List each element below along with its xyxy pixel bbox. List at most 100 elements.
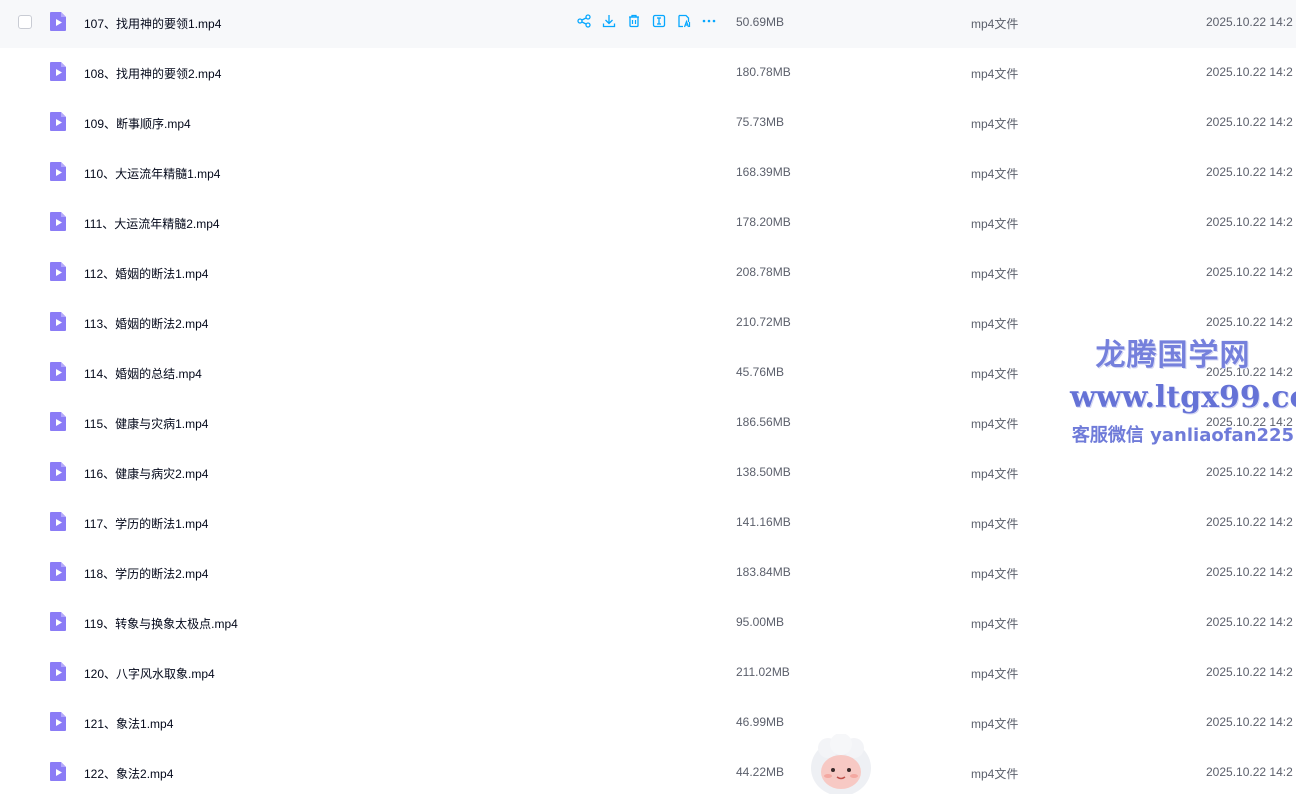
video-file-icon — [50, 612, 66, 631]
row-checkbox[interactable] — [18, 15, 32, 29]
file-type: mp4文件 — [971, 17, 1019, 31]
video-file-icon — [50, 362, 66, 381]
file-date: 2025.10.22 14:2 — [1206, 265, 1293, 279]
file-name[interactable]: 114、婚姻的总结.mp4 — [84, 365, 202, 382]
file-type: mp4文件 — [971, 167, 1019, 181]
share-icon[interactable] — [576, 13, 592, 29]
file-size: 180.78MB — [736, 65, 791, 79]
file-row[interactable]: 121、象法1.mp4 46.99MB mp4文件 2025.10.22 14:2 — [0, 698, 1296, 748]
video-file-icon — [50, 562, 66, 581]
file-name[interactable]: 116、健康与病灾2.mp4 — [84, 465, 208, 482]
file-size: 178.20MB — [736, 215, 791, 229]
file-date: 2025.10.22 14:2 — [1206, 565, 1293, 579]
file-type: mp4文件 — [971, 667, 1019, 681]
rename-icon[interactable] — [651, 13, 667, 29]
file-row[interactable]: 118、学历的断法2.mp4 183.84MB mp4文件 2025.10.22 14… — [0, 548, 1296, 598]
file-size: 44.22MB — [736, 765, 785, 779]
file-type: mp4文件 — [971, 617, 1019, 631]
file-date: 2025.10.22 14:2 — [1206, 15, 1293, 29]
file-size: 46.99MB — [736, 715, 785, 729]
file-size: 208.78MB — [736, 265, 791, 279]
file-row[interactable]: 112、婚姻的断法1.mp4 208.78MB mp4文件 2025.10.22 14… — [0, 248, 1296, 298]
file-name[interactable]: 107、找用神的要领1.mp4 — [84, 15, 221, 32]
file-name[interactable]: 112、婚姻的断法1.mp4 — [84, 265, 208, 282]
file-row[interactable]: 114、婚姻的总结.mp4 45.76MB mp4文件 2025.10.22 14:2 — [0, 348, 1296, 398]
file-type: mp4文件 — [971, 117, 1019, 131]
video-file-icon — [50, 12, 66, 31]
file-type: mp4文件 — [971, 67, 1019, 81]
file-date: 2025.10.22 14:2 — [1206, 665, 1293, 679]
file-type: mp4文件 — [971, 467, 1019, 481]
file-row[interactable]: 107、找用神的要领1.mp4 50.69MB mp4文件 2025.10.22 14… — [0, 0, 1296, 48]
file-type: mp4文件 — [971, 317, 1019, 331]
file-date: 2025.10.22 14:2 — [1206, 465, 1293, 479]
video-file-icon — [50, 462, 66, 481]
file-type: mp4文件 — [971, 567, 1019, 581]
more-icon[interactable] — [701, 13, 717, 29]
file-size: 210.72MB — [736, 315, 791, 329]
video-file-icon — [50, 762, 66, 781]
file-type: mp4文件 — [971, 717, 1019, 731]
file-size: 95.00MB — [736, 615, 785, 629]
file-size: 168.39MB — [736, 165, 791, 179]
file-row[interactable]: 120、八字风水取象.mp4 211.02MB mp4文件 2025.10.22 14… — [0, 648, 1296, 698]
file-name[interactable]: 110、大运流年精髓1.mp4 — [84, 165, 220, 182]
file-row[interactable]: 108、找用神的要领2.mp4 180.78MB mp4文件 2025.10.22 1… — [0, 48, 1296, 98]
file-size: 50.69MB — [736, 15, 785, 29]
file-size: 75.73MB — [736, 115, 785, 129]
video-file-icon — [50, 162, 66, 181]
video-file-icon — [50, 112, 66, 131]
file-date: 2025.10.22 14:2 — [1206, 515, 1293, 529]
file-row[interactable]: 115、健康与灾病1.mp4 186.56MB mp4文件 2025.10.22 14… — [0, 398, 1296, 448]
file-date: 2025.10.22 14:2 — [1206, 115, 1293, 129]
file-row[interactable]: 109、断事顺序.mp4 75.73MB mp4文件 2025.10.22 14:2 — [0, 98, 1296, 148]
file-name[interactable]: 119、转象与换象太极点.mp4 — [84, 615, 238, 632]
file-type: mp4文件 — [971, 767, 1019, 781]
file-size: 211.02MB — [736, 665, 790, 679]
row-actions — [576, 13, 717, 31]
file-type: mp4文件 — [971, 517, 1019, 531]
file-name[interactable]: 117、学历的断法1.mp4 — [84, 515, 208, 532]
file-name[interactable]: 113、婚姻的断法2.mp4 — [84, 315, 208, 332]
video-file-icon — [50, 662, 66, 681]
file-row[interactable]: 119、转象与换象太极点.mp4 95.00MB mp4文件 2025.10.22 1… — [0, 598, 1296, 648]
file-date: 2025.10.22 14:2 — [1206, 765, 1293, 779]
file-size: 141.16MB — [736, 515, 791, 529]
delete-icon[interactable] — [626, 13, 642, 29]
file-date: 2025.10.22 14:2 — [1206, 215, 1293, 229]
file-size: 186.56MB — [736, 415, 791, 429]
file-name[interactable]: 109、断事顺序.mp4 — [84, 115, 191, 132]
file-name[interactable]: 120、八字风水取象.mp4 — [84, 665, 215, 682]
smart-copy-icon[interactable] — [676, 13, 692, 29]
file-row[interactable]: 122、象法2.mp4 44.22MB mp4文件 2025.10.22 14:2 — [0, 748, 1296, 798]
file-date: 2025.10.22 14:2 — [1206, 415, 1293, 429]
video-file-icon — [50, 712, 66, 731]
file-date: 2025.10.22 14:2 — [1206, 365, 1293, 379]
file-type: mp4文件 — [971, 267, 1019, 281]
file-name[interactable]: 115、健康与灾病1.mp4 — [84, 415, 208, 432]
file-row[interactable]: 113、婚姻的断法2.mp4 210.72MB mp4文件 2025.10.22 14… — [0, 298, 1296, 348]
file-name[interactable]: 118、学历的断法2.mp4 — [84, 565, 208, 582]
file-date: 2025.10.22 14:2 — [1206, 65, 1293, 79]
assistant-mascot-icon[interactable] — [806, 734, 876, 794]
download-icon[interactable] — [601, 13, 617, 29]
file-size: 183.84MB — [736, 565, 791, 579]
file-row[interactable]: 110、大运流年精髓1.mp4 168.39MB mp4文件 2025.10.22 1… — [0, 148, 1296, 198]
file-row[interactable]: 116、健康与病灾2.mp4 138.50MB mp4文件 2025.10.22 14… — [0, 448, 1296, 498]
file-name[interactable]: 121、象法1.mp4 — [84, 715, 173, 732]
file-type: mp4文件 — [971, 217, 1019, 231]
file-date: 2025.10.22 14:2 — [1206, 715, 1293, 729]
file-name[interactable]: 122、象法2.mp4 — [84, 765, 173, 782]
file-name[interactable]: 108、找用神的要领2.mp4 — [84, 65, 221, 82]
file-row[interactable]: 117、学历的断法1.mp4 141.16MB mp4文件 2025.10.22 14… — [0, 498, 1296, 548]
file-type: mp4文件 — [971, 417, 1019, 431]
video-file-icon — [50, 62, 66, 81]
file-name[interactable]: 111、大运流年精髓2.mp4 — [84, 215, 220, 232]
file-row[interactable]: 111、大运流年精髓2.mp4 178.20MB mp4文件 2025.10.22 1… — [0, 198, 1296, 248]
file-date: 2025.10.22 14:2 — [1206, 315, 1293, 329]
file-size: 138.50MB — [736, 465, 791, 479]
file-type: mp4文件 — [971, 367, 1019, 381]
video-file-icon — [50, 412, 66, 431]
video-file-icon — [50, 212, 66, 231]
file-date: 2025.10.22 14:2 — [1206, 615, 1293, 629]
